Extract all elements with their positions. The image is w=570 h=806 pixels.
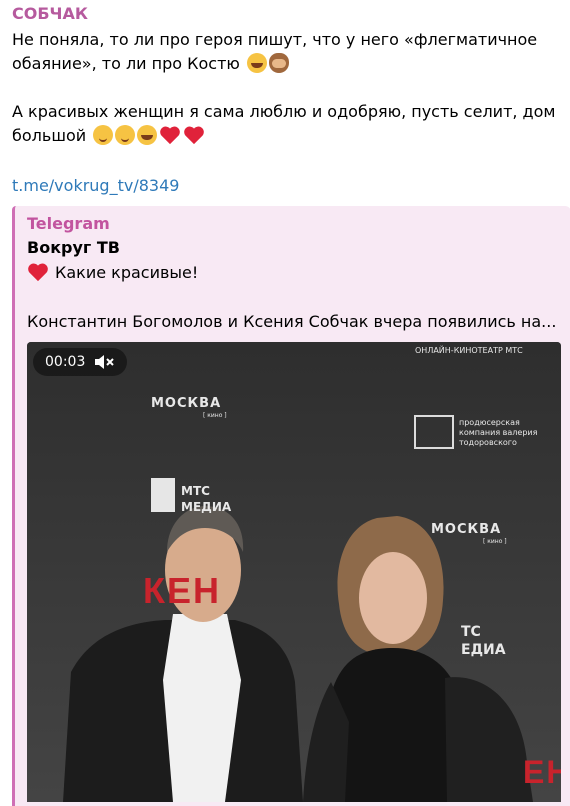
backdrop-kino: [ кино ] <box>203 412 227 419</box>
video-frame <box>27 342 561 802</box>
backdrop-red-text-2: ЕН <box>523 754 561 790</box>
backdrop-red-text-1: КЕН <box>143 570 221 611</box>
monkey-emoji-icon <box>268 53 289 73</box>
wink-emoji-icon <box>115 125 136 145</box>
backdrop-moskva-2: МОСКВА <box>431 522 502 537</box>
preview-line-1-text: Какие красивые! <box>55 262 199 282</box>
mts-logo-icon <box>151 478 175 512</box>
heart-icon <box>184 126 205 145</box>
backdrop-media-right: ЕДИА <box>461 642 506 658</box>
message-paragraph-1: Не поняла, то ли про героя пишут, что у … <box>12 28 560 76</box>
message-text: Не поняла, то ли про героя пишут, что у … <box>12 28 560 172</box>
link-preview[interactable]: Telegram Вокруг ТВ Какие красивые! Конст… <box>12 206 570 806</box>
laughing-emoji-icon <box>137 125 158 145</box>
preview-source: Telegram <box>27 214 110 233</box>
post-author[interactable]: СОБЧАК <box>12 4 88 23</box>
backdrop-mts-left: МТС <box>181 484 210 498</box>
heart-icon <box>28 263 48 282</box>
video-player[interactable]: ОНЛАЙН-КИНОТЕАТР МТС МОСКВА [ кино ] про… <box>27 342 561 802</box>
message-paragraph-2: А красивых женщин я сама люблю и одобряю… <box>12 100 560 148</box>
backdrop-producer: продюсерская компания валерия тодоровско… <box>459 418 538 447</box>
backdrop-cinema-text: ОНЛАЙН-КИНОТЕАТР МТС <box>415 346 523 355</box>
message-post: СОБЧАК Не поняла, то ли про героя пишут,… <box>0 0 570 806</box>
backdrop-mts-right: ТС <box>461 624 481 640</box>
woman-face <box>359 552 427 644</box>
laughing-emoji-icon <box>246 53 267 73</box>
muted-speaker-icon[interactable] <box>93 353 115 371</box>
backdrop-kino-2: [ кино ] <box>483 538 507 545</box>
backdrop-moskva: МОСКВА <box>151 396 222 411</box>
heart-icon <box>160 126 181 145</box>
preview-line-2: Константин Богомолов и Ксения Собчак вче… <box>27 312 557 331</box>
video-time: 00:03 <box>45 354 86 370</box>
post-link[interactable]: t.me/vokrug_tv/8349 <box>12 176 179 195</box>
wink-emoji-icon <box>93 125 114 145</box>
backdrop-media-left: МЕДИА <box>181 500 232 514</box>
video-timer[interactable]: 00:03 <box>33 348 127 376</box>
preview-channel-title: Вокруг ТВ <box>27 238 120 257</box>
preview-line-1: Какие красивые! <box>27 262 198 282</box>
